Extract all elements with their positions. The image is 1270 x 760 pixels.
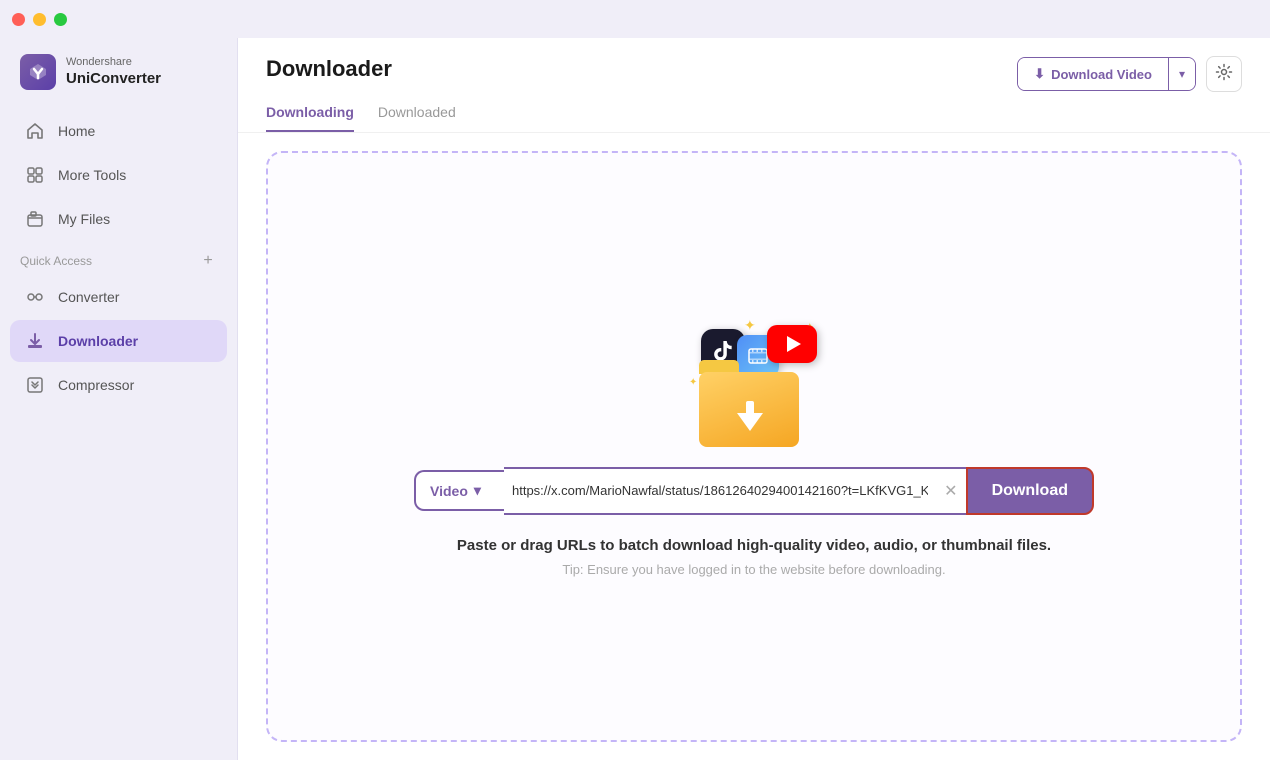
drop-zone[interactable]: ✦ ✦ ✦ <box>266 151 1242 742</box>
video-type-select[interactable]: Video ▾ <box>414 470 504 511</box>
folder-body <box>699 372 799 447</box>
url-clear-button[interactable]: ✕ <box>936 481 965 501</box>
titlebar <box>0 0 1270 38</box>
sidebar-item-compressor-label: Compressor <box>58 377 134 393</box>
url-download-label: Download <box>992 482 1068 499</box>
illustration: ✦ ✦ ✦ <box>689 317 819 447</box>
sidebar-item-my-files[interactable]: My Files <box>10 198 227 240</box>
close-button[interactable] <box>12 13 25 26</box>
brand-name: Wondershare <box>66 56 161 69</box>
download-video-btn-wrap: ⬇ Download Video ▾ <box>1017 57 1196 91</box>
download-icon: ⬇ <box>1034 66 1045 82</box>
more-tools-icon <box>24 164 46 186</box>
window-controls[interactable] <box>12 13 67 26</box>
download-video-label: Download Video <box>1051 67 1152 82</box>
url-input[interactable] <box>504 469 936 513</box>
my-files-icon <box>24 208 46 230</box>
settings-icon <box>1215 63 1233 86</box>
main-content: Downloader ⬇ Download Video ▾ <box>238 0 1270 760</box>
sidebar-item-downloader[interactable]: Downloader <box>10 320 227 362</box>
compressor-icon <box>24 374 46 396</box>
product-name: UniConverter <box>66 70 161 88</box>
drop-tip: Tip: Ensure you have logged in to the we… <box>562 562 945 577</box>
minimize-button[interactable] <box>33 13 46 26</box>
sparkle-1: ✦ <box>744 317 756 334</box>
sidebar-item-downloader-label: Downloader <box>58 333 138 349</box>
sidebar-item-more-tools[interactable]: More Tools <box>10 154 227 196</box>
sidebar-item-home[interactable]: Home <box>10 110 227 152</box>
logo-text: Wondershare UniConverter <box>66 56 161 87</box>
quick-access-header: Quick Access + <box>0 240 237 276</box>
url-input-wrap: ✕ <box>504 467 966 515</box>
downloader-icon <box>24 330 46 352</box>
sidebar-item-my-files-label: My Files <box>58 211 110 227</box>
page-title: Downloader <box>266 56 392 82</box>
quick-access-nav: Converter Downloader Compressor <box>0 276 237 406</box>
clear-icon: ✕ <box>944 481 957 501</box>
video-type-label: Video <box>430 483 468 499</box>
logo-icon <box>20 54 56 90</box>
tab-downloading[interactable]: Downloading <box>266 104 354 132</box>
url-download-button[interactable]: Download <box>966 467 1094 515</box>
quick-access-add-button[interactable]: + <box>199 252 217 270</box>
sidebar-item-home-label: Home <box>58 123 95 139</box>
drop-hint: Paste or drag URLs to batch download hig… <box>457 537 1051 554</box>
youtube-icon <box>767 325 817 363</box>
sidebar-item-converter-label: Converter <box>58 289 119 305</box>
download-video-button[interactable]: ⬇ Download Video <box>1018 58 1168 90</box>
sidebar-logo: Wondershare UniConverter <box>0 38 237 110</box>
sidebar-nav: Home More Tools My Files <box>0 110 237 240</box>
header-actions: ⬇ Download Video ▾ <box>1017 56 1242 92</box>
video-type-chevron: ▾ <box>474 482 481 499</box>
sparkle-3: ✦ <box>689 377 697 388</box>
converter-icon <box>24 286 46 308</box>
settings-button[interactable] <box>1206 56 1242 92</box>
play-triangle <box>787 336 801 352</box>
sidebar: Wondershare UniConverter Home More T <box>0 0 238 760</box>
sidebar-item-converter[interactable]: Converter <box>10 276 227 318</box>
url-input-area: Video ▾ ✕ Download <box>414 467 1094 515</box>
sidebar-item-more-tools-label: More Tools <box>58 167 126 183</box>
main-header: Downloader ⬇ Download Video ▾ <box>238 38 1270 92</box>
tabs: Downloading Downloaded <box>238 92 1270 133</box>
home-icon <box>24 120 46 142</box>
download-video-dropdown-button[interactable]: ▾ <box>1168 58 1195 90</box>
sidebar-item-compressor[interactable]: Compressor <box>10 364 227 406</box>
chevron-down-icon: ▾ <box>1179 67 1185 81</box>
maximize-button[interactable] <box>54 13 67 26</box>
quick-access-label: Quick Access <box>20 254 92 268</box>
tab-downloaded[interactable]: Downloaded <box>378 104 456 132</box>
